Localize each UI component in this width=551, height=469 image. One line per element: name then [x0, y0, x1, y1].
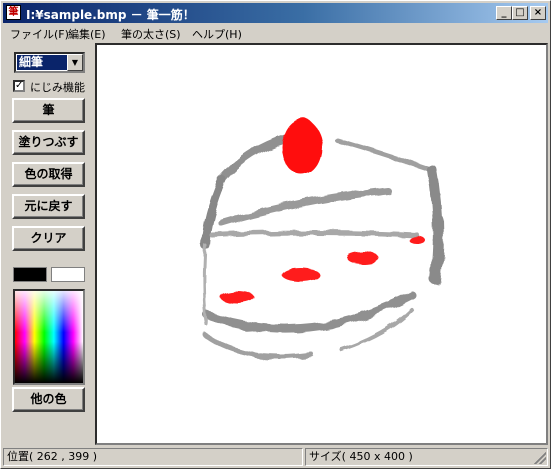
fill-button[interactable]: 塗りつぶす: [12, 130, 85, 155]
menu-edit[interactable]: 編集(E): [68, 26, 106, 42]
title-bar[interactable]: 筆 I:¥sample.bmp － 筆一筋！ _ □ ×: [3, 3, 548, 23]
drawing-canvas[interactable]: [95, 43, 548, 445]
strawberry-slice-4: [409, 236, 425, 244]
cake-layer-line-top: [209, 230, 420, 238]
brush-size-select[interactable]: 細筆 ▼: [14, 52, 85, 73]
status-bar: 位置( 262 , 399 ) サイズ( 450 x 400 ): [3, 448, 548, 466]
strawberry-slice-1: [220, 291, 254, 303]
menu-help[interactable]: ヘルプ(H): [192, 26, 242, 42]
close-button[interactable]: ×: [530, 6, 546, 20]
other-color-button[interactable]: 他の色: [12, 387, 85, 412]
brush-app-icon[interactable]: 筆: [6, 5, 21, 20]
secondary-color-swatch[interactable]: [51, 267, 85, 282]
pick-color-button[interactable]: 色の取得: [12, 162, 85, 187]
chevron-down-icon[interactable]: ▼: [67, 54, 83, 71]
blur-checkbox[interactable]: ✓: [13, 80, 25, 92]
brush-size-value: 細筆: [17, 55, 67, 70]
brush-button[interactable]: 筆: [12, 98, 85, 123]
palette-lightness-gradient: [15, 291, 83, 383]
status-size: サイズ( 450 x 400 ): [305, 448, 548, 466]
cake-base-line: [202, 332, 315, 360]
cake-right-top-edge: [334, 137, 435, 173]
strawberry-slice-3: [347, 252, 379, 264]
window-title: I:¥sample.bmp － 筆一筋！: [26, 8, 195, 22]
resize-grip-icon[interactable]: [534, 452, 546, 464]
primary-color-swatch[interactable]: [13, 267, 47, 282]
undo-button[interactable]: 元に戻す: [12, 194, 85, 219]
tool-panel: 細筆 ▼ ✓ にじみ機能 筆 塗りつぶす 色の取得 元に戻す クリア 他の色: [3, 43, 95, 447]
menu-bar: ファイル(F) 編集(E) 筆の太さ(S) ヘルプ(H): [3, 23, 548, 42]
cake-top-front-edge: [218, 186, 391, 227]
color-palette[interactable]: [13, 289, 85, 385]
blur-checkbox-label: にじみ機能: [30, 81, 85, 94]
strawberry-top: [282, 119, 322, 175]
app-window: 筆 I:¥sample.bmp － 筆一筋！ _ □ × ファイル(F) 編集(…: [0, 0, 551, 469]
menu-file[interactable]: ファイル(F): [10, 26, 69, 42]
status-position: 位置( 262 , 399 ): [3, 448, 303, 466]
cake-drawing: [200, 119, 443, 360]
cake-right-edge: [427, 165, 443, 285]
clear-button[interactable]: クリア: [12, 226, 85, 251]
strawberry-slice-2: [282, 268, 320, 282]
maximize-button[interactable]: □: [512, 6, 528, 20]
cake-lower-left: [202, 243, 209, 327]
minimize-button[interactable]: _: [496, 6, 512, 20]
cake-left-top-edge: [218, 134, 291, 184]
menu-brush-size[interactable]: 筆の太さ(S): [121, 26, 181, 42]
strawberry-layer: [220, 119, 425, 303]
